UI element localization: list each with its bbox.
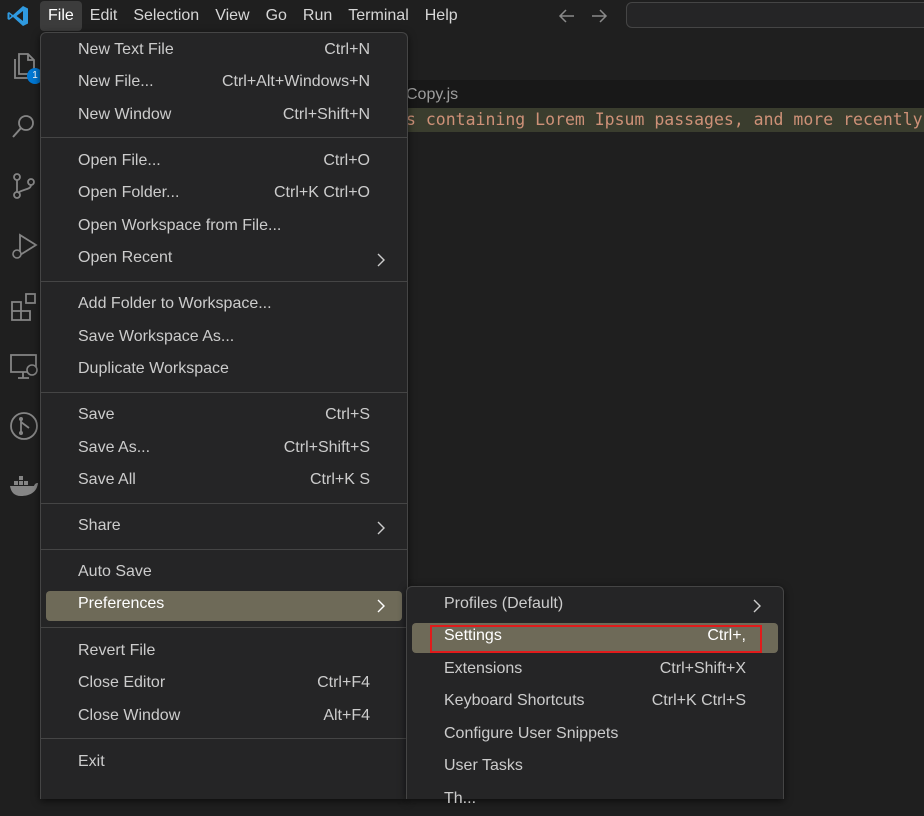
chevron-right-icon [377, 521, 385, 535]
extensions-icon[interactable] [8, 290, 40, 322]
menu-item-open-recent[interactable]: Open Recent [46, 245, 402, 275]
search-icon[interactable] [8, 110, 40, 142]
menu-item-close-editor[interactable]: Close Editor Ctrl+F4 [46, 670, 402, 700]
code-line-text[interactable]: s containing Lorem Ipsum passages, and m… [406, 110, 924, 129]
menu-item-save[interactable]: Save Ctrl+S [46, 402, 402, 432]
menu-separator [41, 549, 407, 550]
chevron-right-icon [377, 599, 385, 613]
menu-item-open-workspace[interactable]: Open Workspace from File... [46, 213, 402, 243]
menu-item-close-window[interactable]: Close Window Alt+F4 [46, 703, 402, 733]
menu-item-extensions[interactable]: Extensions Ctrl+Shift+X [412, 656, 778, 686]
menu-item-configure-user-snippets[interactable]: Configure User Snippets [412, 721, 778, 751]
menu-item-save-all[interactable]: Save All Ctrl+K S [46, 467, 402, 497]
run-debug-icon[interactable] [8, 230, 40, 262]
menu-file[interactable]: File [40, 1, 82, 31]
menu-item-themes[interactable]: Th... [412, 786, 778, 816]
menu-separator [41, 137, 407, 138]
menu-item-revert-file[interactable]: Revert File [46, 638, 402, 668]
menu-bar: File Edit Selection View Go Run Terminal… [40, 0, 466, 32]
command-center-search[interactable] [626, 2, 924, 28]
forward-arrow-icon[interactable] [587, 4, 611, 28]
menu-item-open-folder[interactable]: Open Folder... Ctrl+K Ctrl+O [46, 180, 402, 210]
menu-run[interactable]: Run [295, 1, 340, 31]
settings-highlight-box [430, 625, 762, 653]
menu-separator [41, 627, 407, 628]
menu-item-new-file[interactable]: New File... Ctrl+Alt+Windows+N [46, 69, 402, 99]
navigation-arrows [555, 4, 611, 28]
preferences-submenu: Profiles (Default) Settings Ctrl+, Extens… [406, 586, 784, 807]
menu-view[interactable]: View [207, 1, 257, 31]
menu-item-user-tasks[interactable]: User Tasks [412, 753, 778, 783]
menu-item-keyboard-shortcuts[interactable]: Keyboard Shortcuts Ctrl+K Ctrl+S [412, 688, 778, 718]
menu-item-new-window[interactable]: New Window Ctrl+Shift+N [46, 102, 402, 132]
menu-separator [41, 392, 407, 393]
chevron-right-icon [753, 599, 761, 613]
menu-go[interactable]: Go [258, 1, 295, 31]
menu-item-preferences[interactable]: Preferences [46, 591, 402, 621]
menu-separator [41, 281, 407, 282]
menu-separator [41, 503, 407, 504]
title-bar: File Edit Selection View Go Run Terminal… [0, 0, 924, 32]
editor-tab-title[interactable]: Copy.js [406, 86, 458, 104]
menu-item-share[interactable]: Share [46, 513, 402, 543]
menu-item-add-folder-to-workspace[interactable]: Add Folder to Workspace... [46, 291, 402, 321]
menu-edit[interactable]: Edit [82, 1, 126, 31]
menu-selection[interactable]: Selection [125, 1, 207, 31]
file-menu: New Text File Ctrl+N New File... Ctrl+Alt+… [40, 32, 408, 799]
menu-item-exit[interactable]: Exit [46, 749, 402, 779]
menu-item-profiles[interactable]: Profiles (Default) [412, 591, 778, 621]
back-arrow-icon[interactable] [555, 4, 579, 28]
menu-item-new-text-file[interactable]: New Text File Ctrl+N [46, 37, 402, 67]
menu-item-open-file[interactable]: Open File... Ctrl+O [46, 148, 402, 178]
chevron-right-icon [377, 253, 385, 267]
menu-item-auto-save[interactable]: Auto Save [46, 559, 402, 589]
menu-item-save-workspace-as[interactable]: Save Workspace As... [46, 324, 402, 354]
menu-item-duplicate-workspace[interactable]: Duplicate Workspace [46, 356, 402, 386]
vscode-logo-icon [7, 6, 28, 26]
remote-explorer-icon[interactable] [8, 350, 40, 382]
git-graph-icon[interactable] [8, 410, 40, 442]
menu-separator [41, 738, 407, 739]
docker-icon[interactable] [8, 470, 40, 502]
menu-help[interactable]: Help [417, 1, 466, 31]
source-control-icon[interactable] [8, 170, 40, 202]
menu-item-save-as[interactable]: Save As... Ctrl+Shift+S [46, 435, 402, 465]
menu-terminal[interactable]: Terminal [340, 1, 416, 31]
